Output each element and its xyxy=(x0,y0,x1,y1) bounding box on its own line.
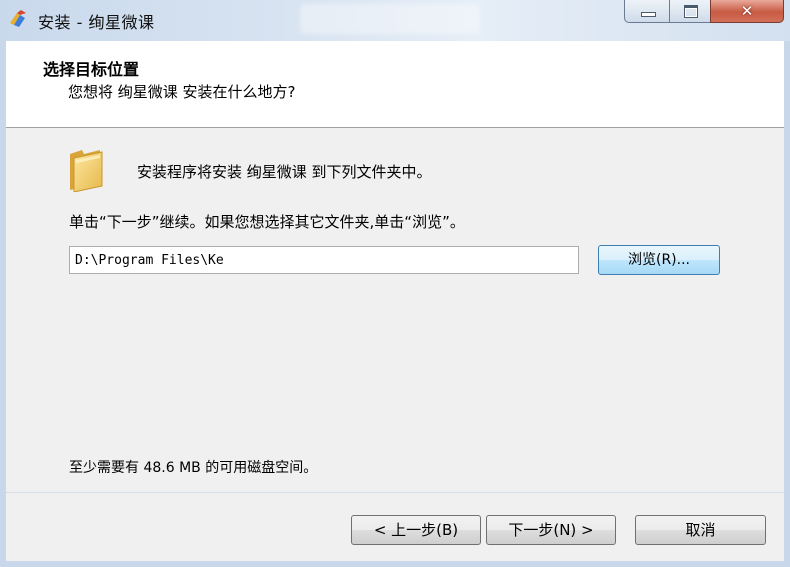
window-frame-right xyxy=(784,41,790,567)
minimize-button[interactable] xyxy=(624,0,670,23)
next-button[interactable]: 下一步(N) > xyxy=(486,515,616,545)
page-subtitle: 您想将 绚星微课 安装在什么地方? xyxy=(68,83,296,101)
wizard-header: 选择目标位置 您想将 绚星微课 安装在什么地方? xyxy=(6,41,784,128)
close-button[interactable]: ✕ xyxy=(710,0,784,23)
maximize-icon xyxy=(684,5,698,18)
browse-button[interactable]: 浏览(R)... xyxy=(598,245,720,275)
wizard-body xyxy=(6,128,784,492)
page-title: 选择目标位置 xyxy=(43,60,140,79)
folder-icon xyxy=(70,150,103,192)
maximize-button[interactable] xyxy=(669,0,711,23)
close-icon: ✕ xyxy=(740,2,754,20)
back-button[interactable]: < 上一步(B) xyxy=(351,515,481,545)
install-location-text: 安装程序将安装 绚星微课 到下列文件夹中。 xyxy=(137,163,432,181)
disk-space-text: 至少需要有 48.6 MB 的可用磁盘空间。 xyxy=(69,460,318,476)
instruction-text: 单击“下一步”继续。如果您想选择其它文件夹,单击“浏览”。 xyxy=(69,213,465,231)
installer-app-icon xyxy=(10,10,26,27)
title-bar[interactable]: 安装 - 绚星微课 ✕ xyxy=(0,0,790,41)
window-frame-bottom xyxy=(0,561,790,567)
window-title: 安装 - 绚星微课 xyxy=(38,13,155,32)
minimize-icon xyxy=(641,12,656,17)
background-blur xyxy=(300,4,480,34)
install-path-input[interactable] xyxy=(69,246,579,274)
cancel-button[interactable]: 取消 xyxy=(635,515,766,545)
